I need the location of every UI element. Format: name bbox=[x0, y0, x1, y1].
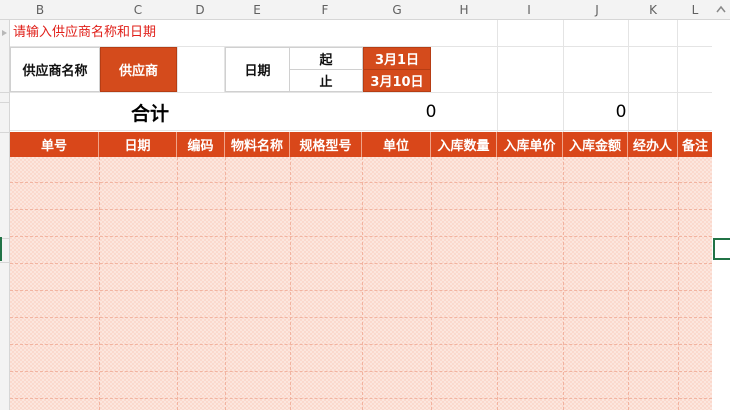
row-line bbox=[10, 290, 712, 291]
header-unit[interactable]: 单位 bbox=[362, 132, 431, 157]
column-line bbox=[678, 157, 679, 410]
supplier-input[interactable]: 供应商 bbox=[100, 47, 177, 92]
column-line bbox=[497, 157, 498, 410]
column-header-f[interactable]: F bbox=[315, 0, 335, 20]
row-line bbox=[10, 344, 712, 345]
column-line bbox=[362, 157, 363, 410]
row-header-gutter bbox=[0, 20, 10, 410]
header-remarks[interactable]: 备注 bbox=[678, 132, 712, 157]
date-start-input[interactable]: 3月1日 bbox=[363, 47, 431, 70]
column-header-i[interactable]: I bbox=[519, 0, 539, 20]
total-label: 合计 bbox=[130, 102, 169, 125]
column-line bbox=[290, 157, 291, 410]
table-body[interactable] bbox=[10, 157, 712, 410]
header-inbound-amount[interactable]: 入库金额 bbox=[563, 132, 628, 157]
date-label: 日期 bbox=[225, 47, 290, 92]
row-line bbox=[10, 209, 712, 210]
instruction-text: 请输入供应商名称和日期 bbox=[13, 25, 157, 40]
column-header-l[interactable]: L bbox=[685, 0, 705, 20]
column-line bbox=[225, 157, 226, 410]
column-line bbox=[563, 157, 564, 410]
column-line bbox=[99, 157, 100, 410]
header-order-no[interactable]: 单号 bbox=[10, 132, 99, 157]
header-code[interactable]: 编码 bbox=[177, 132, 225, 157]
sheet-gridline bbox=[677, 20, 678, 132]
row-divider bbox=[0, 262, 9, 263]
column-line bbox=[177, 157, 178, 410]
sheet-gridline bbox=[497, 20, 498, 132]
header-material-name[interactable]: 物料名称 bbox=[225, 132, 290, 157]
row-line bbox=[10, 263, 712, 264]
row-line bbox=[10, 182, 712, 183]
row-divider bbox=[0, 92, 9, 93]
sheet-gridline bbox=[10, 130, 712, 131]
active-cell-selection[interactable] bbox=[713, 238, 730, 260]
header-inbound-qty[interactable]: 入库数量 bbox=[431, 132, 497, 157]
row-line bbox=[10, 236, 712, 237]
row-divider bbox=[0, 102, 9, 103]
select-all-corner-icon[interactable] bbox=[2, 30, 7, 36]
column-header-b[interactable]: B bbox=[30, 0, 50, 20]
header-spec-model[interactable]: 规格型号 bbox=[290, 132, 362, 157]
column-header-k[interactable]: K bbox=[643, 0, 663, 20]
date-end-label: 止 bbox=[289, 69, 363, 92]
scroll-up-icon[interactable] bbox=[712, 0, 730, 20]
column-header-g[interactable]: G bbox=[387, 0, 407, 20]
supplier-label: 供应商名称 bbox=[10, 47, 100, 92]
column-header-h[interactable]: H bbox=[454, 0, 474, 20]
sheet-gridline bbox=[177, 46, 178, 92]
column-header-c[interactable]: C bbox=[128, 0, 148, 20]
column-header-j[interactable]: J bbox=[587, 0, 607, 20]
row-line bbox=[10, 371, 712, 372]
total-amount-value: 0 bbox=[615, 102, 627, 122]
selected-row-indicator bbox=[0, 237, 2, 261]
column-header-d[interactable]: D bbox=[190, 0, 210, 20]
sheet-gridline bbox=[563, 20, 564, 132]
total-quantity-value: 0 bbox=[425, 102, 437, 122]
table-header-row: 单号 日期 编码 物料名称 规格型号 单位 入库数量 入库单价 入库金额 经办人… bbox=[10, 132, 712, 157]
header-inbound-price[interactable]: 入库单价 bbox=[497, 132, 563, 157]
column-header-bar: B C D E F G H I J K L bbox=[0, 0, 730, 20]
row-line bbox=[10, 398, 712, 399]
date-start-label: 起 bbox=[289, 47, 363, 70]
column-header-e[interactable]: E bbox=[247, 0, 267, 20]
date-end-input[interactable]: 3月10日 bbox=[363, 69, 431, 92]
header-date[interactable]: 日期 bbox=[99, 132, 177, 157]
row-line bbox=[10, 317, 712, 318]
column-line bbox=[431, 157, 432, 410]
row-divider bbox=[0, 132, 9, 133]
sheet-gridline bbox=[10, 92, 712, 93]
header-handler[interactable]: 经办人 bbox=[628, 132, 678, 157]
column-line bbox=[628, 157, 629, 410]
